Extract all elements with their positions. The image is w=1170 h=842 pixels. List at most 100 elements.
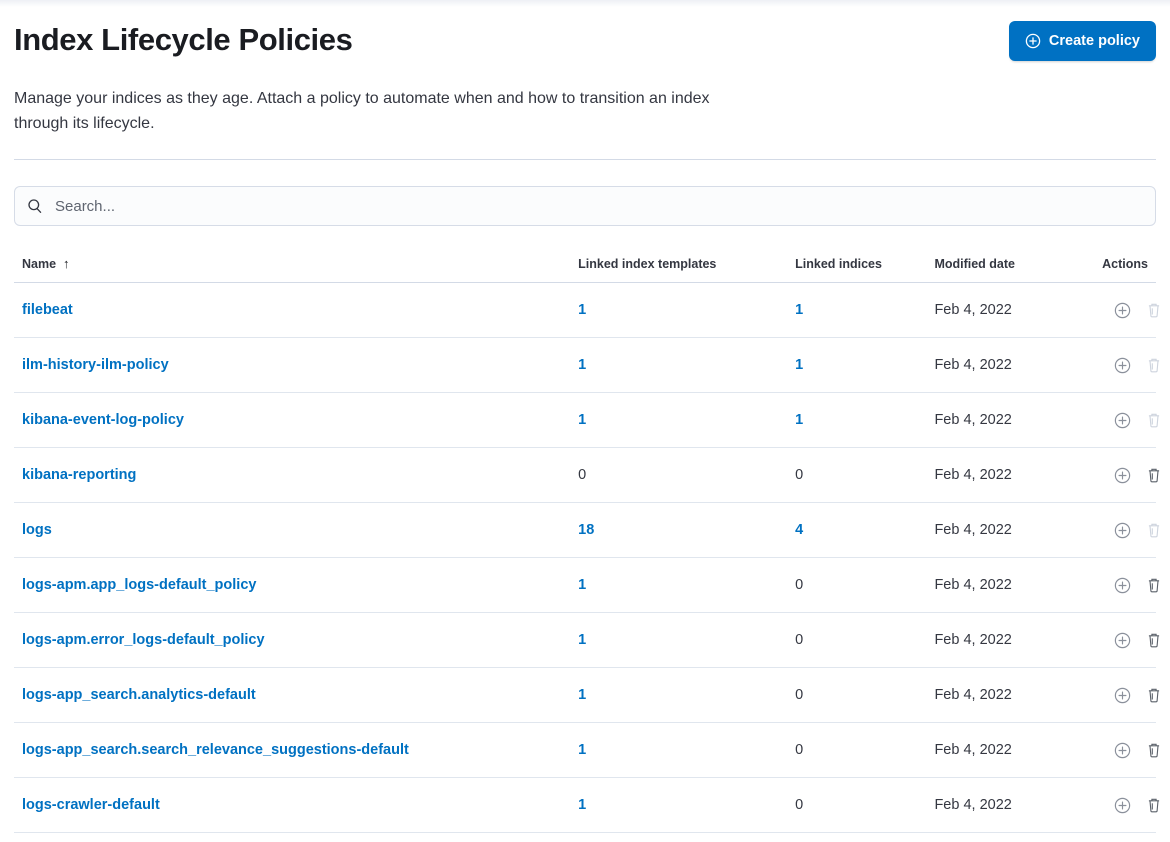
table-row: kibana-event-log-policy 1 1 Feb 4, 2022 <box>14 393 1156 448</box>
sort-ascending-icon: ↑ <box>63 256 70 271</box>
trash-icon <box>1146 362 1162 377</box>
linked-templates-count-link[interactable]: 1 <box>578 742 586 758</box>
delete-policy-button[interactable] <box>1146 632 1162 649</box>
plus-in-circle-icon <box>1114 417 1131 432</box>
column-header-modified-date: Modified date <box>926 246 1090 283</box>
delete-policy-button <box>1146 357 1162 374</box>
modified-date: Feb 4, 2022 <box>934 742 1011 758</box>
linked-templates-count-link[interactable]: 1 <box>578 412 586 428</box>
create-policy-button[interactable]: Create policy <box>1009 21 1156 61</box>
table-row: kibana-reporting00Feb 4, 2022 <box>14 448 1156 503</box>
table-body: filebeat 1 1 Feb 4, 2022 ilm-history-ilm-pol… <box>14 283 1156 833</box>
policy-name-link[interactable]: kibana-reporting <box>22 467 136 483</box>
section-divider <box>14 159 1156 160</box>
table-row: logs-app_search.search_relevance_suggest… <box>14 723 1156 778</box>
delete-policy-button <box>1146 412 1162 429</box>
table-row: logs-app_search.analytics-default10Feb 4… <box>14 668 1156 723</box>
modified-date: Feb 4, 2022 <box>934 577 1011 593</box>
linked-templates-count-link[interactable]: 1 <box>578 797 586 813</box>
trash-icon <box>1146 307 1162 322</box>
linked-indices-count-link[interactable]: 1 <box>795 412 803 428</box>
policy-name-link[interactable]: ilm-history-ilm-policy <box>22 357 169 373</box>
linked-indices-count-value: 0 <box>795 577 803 593</box>
plus-in-circle-icon <box>1114 307 1131 322</box>
trash-icon <box>1146 582 1162 597</box>
table-row: logs-apm.app_logs-default_policy 1 0 Feb 4,… <box>14 558 1156 613</box>
policy-name-link[interactable]: logs-crawler-default <box>22 797 160 813</box>
add-policy-to-template-button[interactable] <box>1114 577 1131 594</box>
column-header-linked-indices: Linked indices <box>787 246 926 283</box>
plus-in-circle-icon <box>1114 692 1131 707</box>
linked-indices-count-value: 0 <box>795 632 803 648</box>
linked-indices-count-value: 0 <box>795 467 803 483</box>
plus-in-circle-icon <box>1114 802 1131 817</box>
add-policy-to-template-button[interactable] <box>1114 742 1131 759</box>
plus-in-circle-icon <box>1025 33 1041 49</box>
modified-date: Feb 4, 2022 <box>934 632 1011 648</box>
delete-policy-button[interactable] <box>1146 797 1162 814</box>
linked-indices-count-link[interactable]: 4 <box>795 522 803 538</box>
trash-icon <box>1146 472 1162 487</box>
modified-date: Feb 4, 2022 <box>934 687 1011 703</box>
delete-policy-button <box>1146 522 1162 539</box>
page-header: Index Lifecycle Policies Create policy <box>0 7 1170 61</box>
search-input[interactable] <box>14 186 1156 226</box>
linked-templates-count-link[interactable]: 1 <box>578 632 586 648</box>
linked-templates-count-link[interactable]: 1 <box>578 577 586 593</box>
linked-templates-count-link[interactable]: 1 <box>578 357 586 373</box>
policy-name-link[interactable]: logs <box>22 522 52 538</box>
delete-policy-button[interactable] <box>1146 687 1162 704</box>
modified-date: Feb 4, 2022 <box>934 412 1011 428</box>
linked-templates-count-link[interactable]: 1 <box>578 302 586 318</box>
table-row: logs-apm.error_logs-default_policy 1 0 Feb … <box>14 613 1156 668</box>
policy-name-link[interactable]: logs-app_search.search_relevance_suggest… <box>22 742 409 758</box>
add-policy-to-template-button[interactable] <box>1114 522 1131 539</box>
policy-name-link[interactable]: logs-app_search.analytics-default <box>22 687 256 703</box>
modified-date: Feb 4, 2022 <box>934 522 1011 538</box>
table-row: filebeat 1 1 Feb 4, 2022 <box>14 283 1156 338</box>
plus-in-circle-icon <box>1114 637 1131 652</box>
modified-date: Feb 4, 2022 <box>934 302 1011 318</box>
policy-name-link[interactable]: logs-apm.app_logs-default_policy <box>22 577 256 593</box>
add-policy-to-template-button[interactable] <box>1114 687 1131 704</box>
table-row: logs-crawler-default 1 0 Feb 4, 2022 <box>14 778 1156 833</box>
policies-table: Name ↑ Linked index templates Linked indi… <box>14 246 1156 833</box>
delete-policy-button <box>1146 302 1162 319</box>
delete-policy-button[interactable] <box>1146 467 1162 484</box>
modified-date: Feb 4, 2022 <box>934 467 1011 483</box>
table-row: ilm-history-ilm-policy11Feb 4, 2022 <box>14 338 1156 393</box>
trash-icon <box>1146 747 1162 762</box>
linked-indices-count-value: 0 <box>795 797 803 813</box>
trash-icon <box>1146 417 1162 432</box>
linked-templates-count-link[interactable]: 18 <box>578 522 594 538</box>
plus-in-circle-icon <box>1114 362 1131 377</box>
page-title: Index Lifecycle Policies <box>14 20 352 60</box>
add-policy-to-template-button[interactable] <box>1114 467 1131 484</box>
linked-templates-count-link[interactable]: 1 <box>578 687 586 703</box>
search-box <box>14 186 1156 226</box>
page-description: Manage your indices as they age. Attach … <box>14 86 729 136</box>
add-policy-to-template-button[interactable] <box>1114 632 1131 649</box>
policy-name-link[interactable]: kibana-event-log-policy <box>22 412 184 428</box>
add-policy-to-template-button[interactable] <box>1114 302 1131 319</box>
table-header-row: Name ↑ Linked index templates Linked indi… <box>14 246 1156 283</box>
modified-date: Feb 4, 2022 <box>934 797 1011 813</box>
table-row: logs 18 4 Feb 4, 2022 <box>14 503 1156 558</box>
add-policy-to-template-button[interactable] <box>1114 797 1131 814</box>
delete-policy-button[interactable] <box>1146 742 1162 759</box>
plus-in-circle-icon <box>1114 472 1131 487</box>
name-column-label: Name <box>22 257 56 271</box>
column-header-linked-index-templates: Linked index templates <box>570 246 787 283</box>
column-header-name[interactable]: Name ↑ <box>14 246 570 283</box>
trash-icon <box>1146 802 1162 817</box>
add-policy-to-template-button[interactable] <box>1114 412 1131 429</box>
policy-name-link[interactable]: filebeat <box>22 302 73 318</box>
trash-icon <box>1146 527 1162 542</box>
trash-icon <box>1146 692 1162 707</box>
delete-policy-button[interactable] <box>1146 577 1162 594</box>
linked-indices-count-link[interactable]: 1 <box>795 302 803 318</box>
add-policy-to-template-button[interactable] <box>1114 357 1131 374</box>
linked-indices-count-link[interactable]: 1 <box>795 357 803 373</box>
trash-icon <box>1146 637 1162 652</box>
policy-name-link[interactable]: logs-apm.error_logs-default_policy <box>22 632 265 648</box>
